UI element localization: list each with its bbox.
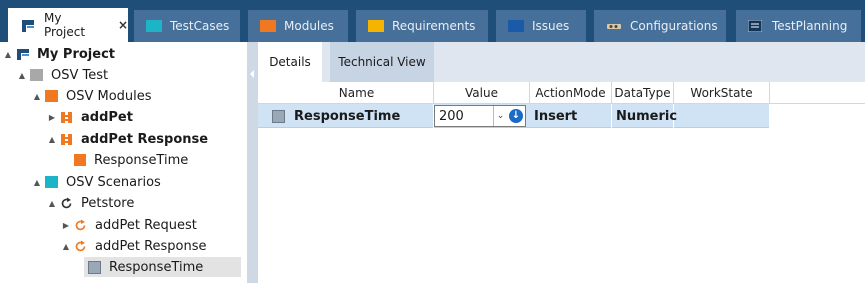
gray-square-icon <box>272 109 285 123</box>
tree-node-label: OSV Modules <box>66 88 152 104</box>
tree-node-petstore[interactable]: ▲ Petstore <box>48 193 134 213</box>
issues-icon <box>508 20 524 32</box>
tree-node-label: addPet Response <box>95 238 207 254</box>
header-datatype[interactable]: DataType <box>612 82 674 104</box>
expander-icon[interactable]: ▲ <box>18 71 26 80</box>
header-workstate[interactable]: WorkState <box>674 82 770 104</box>
folder-gray-icon <box>30 69 43 81</box>
tab-requirements[interactable]: Requirements <box>356 10 488 42</box>
tab-label: Modules <box>284 19 334 33</box>
tree-node-addpet[interactable]: ▶ addPet <box>48 107 133 127</box>
requirements-icon <box>368 20 384 32</box>
expander-icon[interactable]: ▲ <box>48 135 56 144</box>
tree-node-label: ResponseTime <box>94 152 189 168</box>
row-icon-cell <box>272 104 294 128</box>
tree-node-label: addPet Request <box>95 217 197 233</box>
tab-label: TestCases <box>170 19 230 33</box>
tree-node-label: OSV Scenarios <box>66 174 161 190</box>
tab-label: Issues <box>532 19 570 33</box>
tree-node-label: OSV Test <box>51 67 109 83</box>
expander-icon[interactable]: ▲ <box>33 178 41 187</box>
header-name[interactable]: Name <box>280 82 434 104</box>
expander-icon[interactable]: ▲ <box>48 199 56 208</box>
tab-testplanning[interactable]: TestPlanning <box>736 10 861 42</box>
tab-label: Technical View <box>338 55 426 69</box>
tab-technical-view[interactable]: Technical View <box>330 42 434 82</box>
cell-workstate <box>674 104 770 128</box>
details-panel: Details Technical View Name Value Action… <box>258 42 865 283</box>
tree-node-addpet-response-module[interactable]: ▲ addPet Response <box>48 129 208 149</box>
tab-label: Requirements <box>392 19 476 33</box>
tab-details[interactable]: Details <box>258 42 322 82</box>
orange-square-icon <box>74 154 86 166</box>
tab-bar: My Project × TestCases Modules Requireme… <box>0 0 865 42</box>
module-orange-icon <box>60 111 73 123</box>
gray-square-icon <box>88 260 101 274</box>
testplanning-icon <box>747 19 764 33</box>
tab-testcases[interactable]: TestCases <box>134 10 240 42</box>
tab-modules[interactable]: Modules <box>248 10 348 42</box>
value-input[interactable]: 200 <box>435 109 493 124</box>
tree-node-addpet-request[interactable]: ▶ addPet Request <box>62 215 197 235</box>
testcases-icon <box>146 20 162 32</box>
module-orange-icon <box>60 133 73 145</box>
expander-icon[interactable]: ▲ <box>33 92 41 101</box>
expander-icon[interactable]: ▲ <box>4 50 12 59</box>
close-icon[interactable]: × <box>118 18 128 32</box>
header-actionmode[interactable]: ActionMode <box>530 82 612 104</box>
tab-label: My Project <box>44 11 86 39</box>
configurations-icon <box>606 20 622 32</box>
download-icon[interactable]: ↓ <box>507 106 525 126</box>
tree-node-osv-scenarios[interactable]: ▲ OSV Scenarios <box>33 172 161 192</box>
tab-configurations[interactable]: Configurations <box>594 10 726 42</box>
subtab-bar: Details Technical View <box>258 42 865 82</box>
tree-node-label: ResponseTime <box>109 259 204 275</box>
expander-icon[interactable]: ▲ <box>62 242 70 251</box>
cell-actionmode: Insert <box>530 104 612 128</box>
modules-icon <box>260 20 276 32</box>
chevron-down-icon[interactable]: ⌄ <box>493 106 507 126</box>
header-value[interactable]: Value <box>434 82 530 104</box>
tree-node-addpet-response-scenario[interactable]: ▲ addPet Response <box>62 236 207 256</box>
tab-issues[interactable]: Issues <box>496 10 586 42</box>
tree-node-label: My Project <box>37 46 115 62</box>
refresh-icon <box>60 197 73 209</box>
table-row[interactable]: ResponseTime 200 ⌄ ↓ Insert Numeric <box>258 104 770 128</box>
tab-label: Configurations <box>630 19 718 33</box>
tree-node-responsetime-scenario[interactable]: ResponseTime <box>84 257 241 277</box>
tree-node-osv-modules[interactable]: ▲ OSV Modules <box>33 86 152 106</box>
tab-label: TestPlanning <box>772 19 848 33</box>
tab-my-project[interactable]: My Project × <box>8 8 128 42</box>
expander-icon[interactable]: ▶ <box>48 113 56 122</box>
refresh-orange-icon <box>74 240 87 252</box>
cell-name: ResponseTime <box>294 104 434 128</box>
panel-splitter[interactable] <box>247 42 258 283</box>
expander-icon[interactable]: ▶ <box>62 221 70 230</box>
refresh-orange-icon <box>74 219 87 231</box>
project-icon <box>20 19 36 32</box>
value-editor[interactable]: 200 ⌄ ↓ <box>434 105 526 127</box>
collapse-arrow-icon[interactable] <box>250 70 254 78</box>
tree-node-label: addPet Response <box>81 131 209 147</box>
tree-node-label: Petstore <box>81 195 135 211</box>
cell-datatype: Numeric <box>612 104 677 128</box>
tree-node-responsetime-module[interactable]: ResponseTime <box>74 150 188 170</box>
grid-header: Name Value ActionMode DataType WorkState <box>258 82 865 104</box>
project-tree: ▲ My Project ▲ OSV Test ▲ OSV Modules ▶ … <box>0 42 247 283</box>
project-icon <box>16 48 29 60</box>
folder-orange-icon <box>45 90 58 102</box>
tree-node-osv-test[interactable]: ▲ OSV Test <box>18 65 108 85</box>
tree-node-my-project[interactable]: ▲ My Project <box>4 44 115 64</box>
tree-node-label: addPet <box>81 109 133 125</box>
folder-teal-icon <box>45 176 58 188</box>
tab-label: Details <box>269 55 311 69</box>
